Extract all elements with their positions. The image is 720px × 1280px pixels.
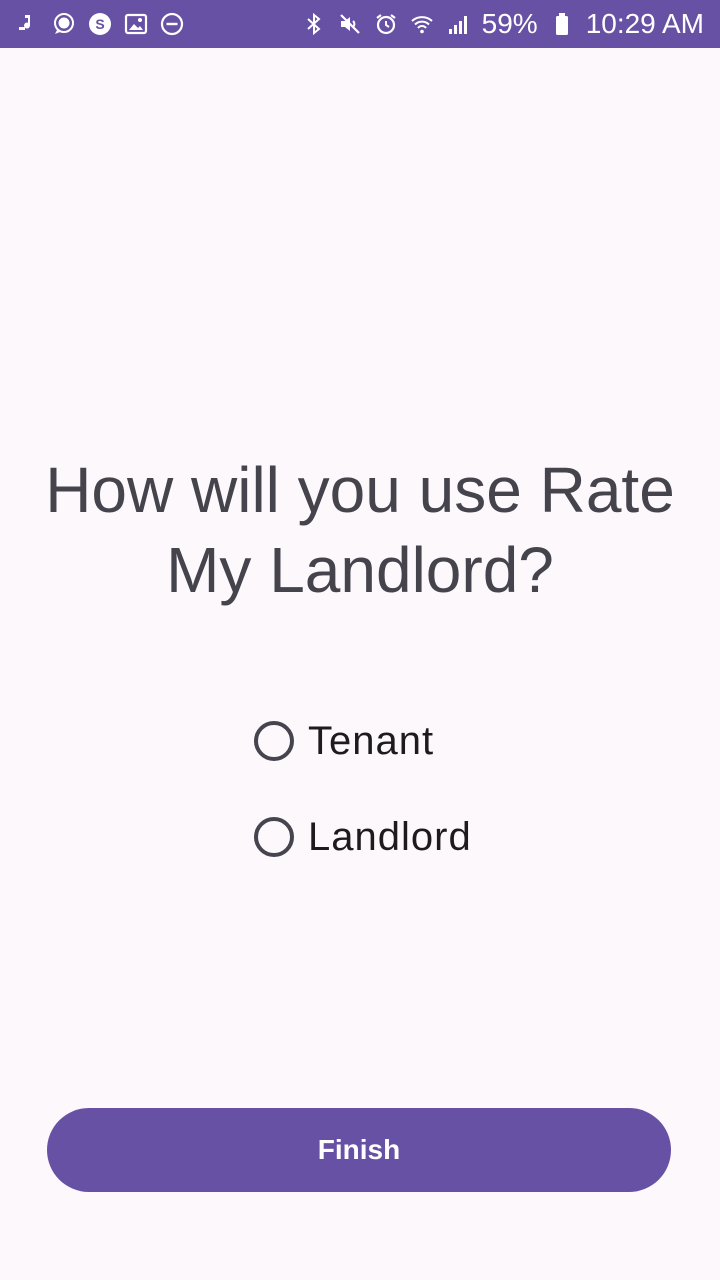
wifi-icon [410,12,434,36]
mute-icon [338,12,362,36]
alarm-icon [374,12,398,36]
landlord-label: Landlord [308,814,472,859]
status-right-icons: 59% 10:29 AM [302,8,704,40]
option-tenant[interactable]: Tenant [254,717,434,765]
skype-icon: S [88,12,112,36]
svg-text:S: S [95,16,104,32]
landlord-radio-button[interactable] [254,817,294,857]
do-not-disturb-icon [160,12,184,36]
signal-icon [446,12,470,36]
image-icon [124,12,148,36]
bluetooth-icon [302,12,326,36]
option-landlord[interactable]: Landlord [254,813,472,861]
battery-icon [550,12,574,36]
music-notification-icon [16,12,40,36]
finish-button[interactable]: Finish [47,1108,671,1192]
tenant-radio-button[interactable] [254,721,294,761]
battery-percent: 59% [481,8,538,39]
page-question: How will you use Rate My Landlord? [45,454,675,606]
chat-bubble-icon [52,12,76,36]
status-left-icons: S [16,12,184,36]
status-bar: S 59% 10:29 AM [0,0,720,48]
clock-time: 10:29 AM [585,8,704,39]
tenant-label: Tenant [308,718,435,763]
